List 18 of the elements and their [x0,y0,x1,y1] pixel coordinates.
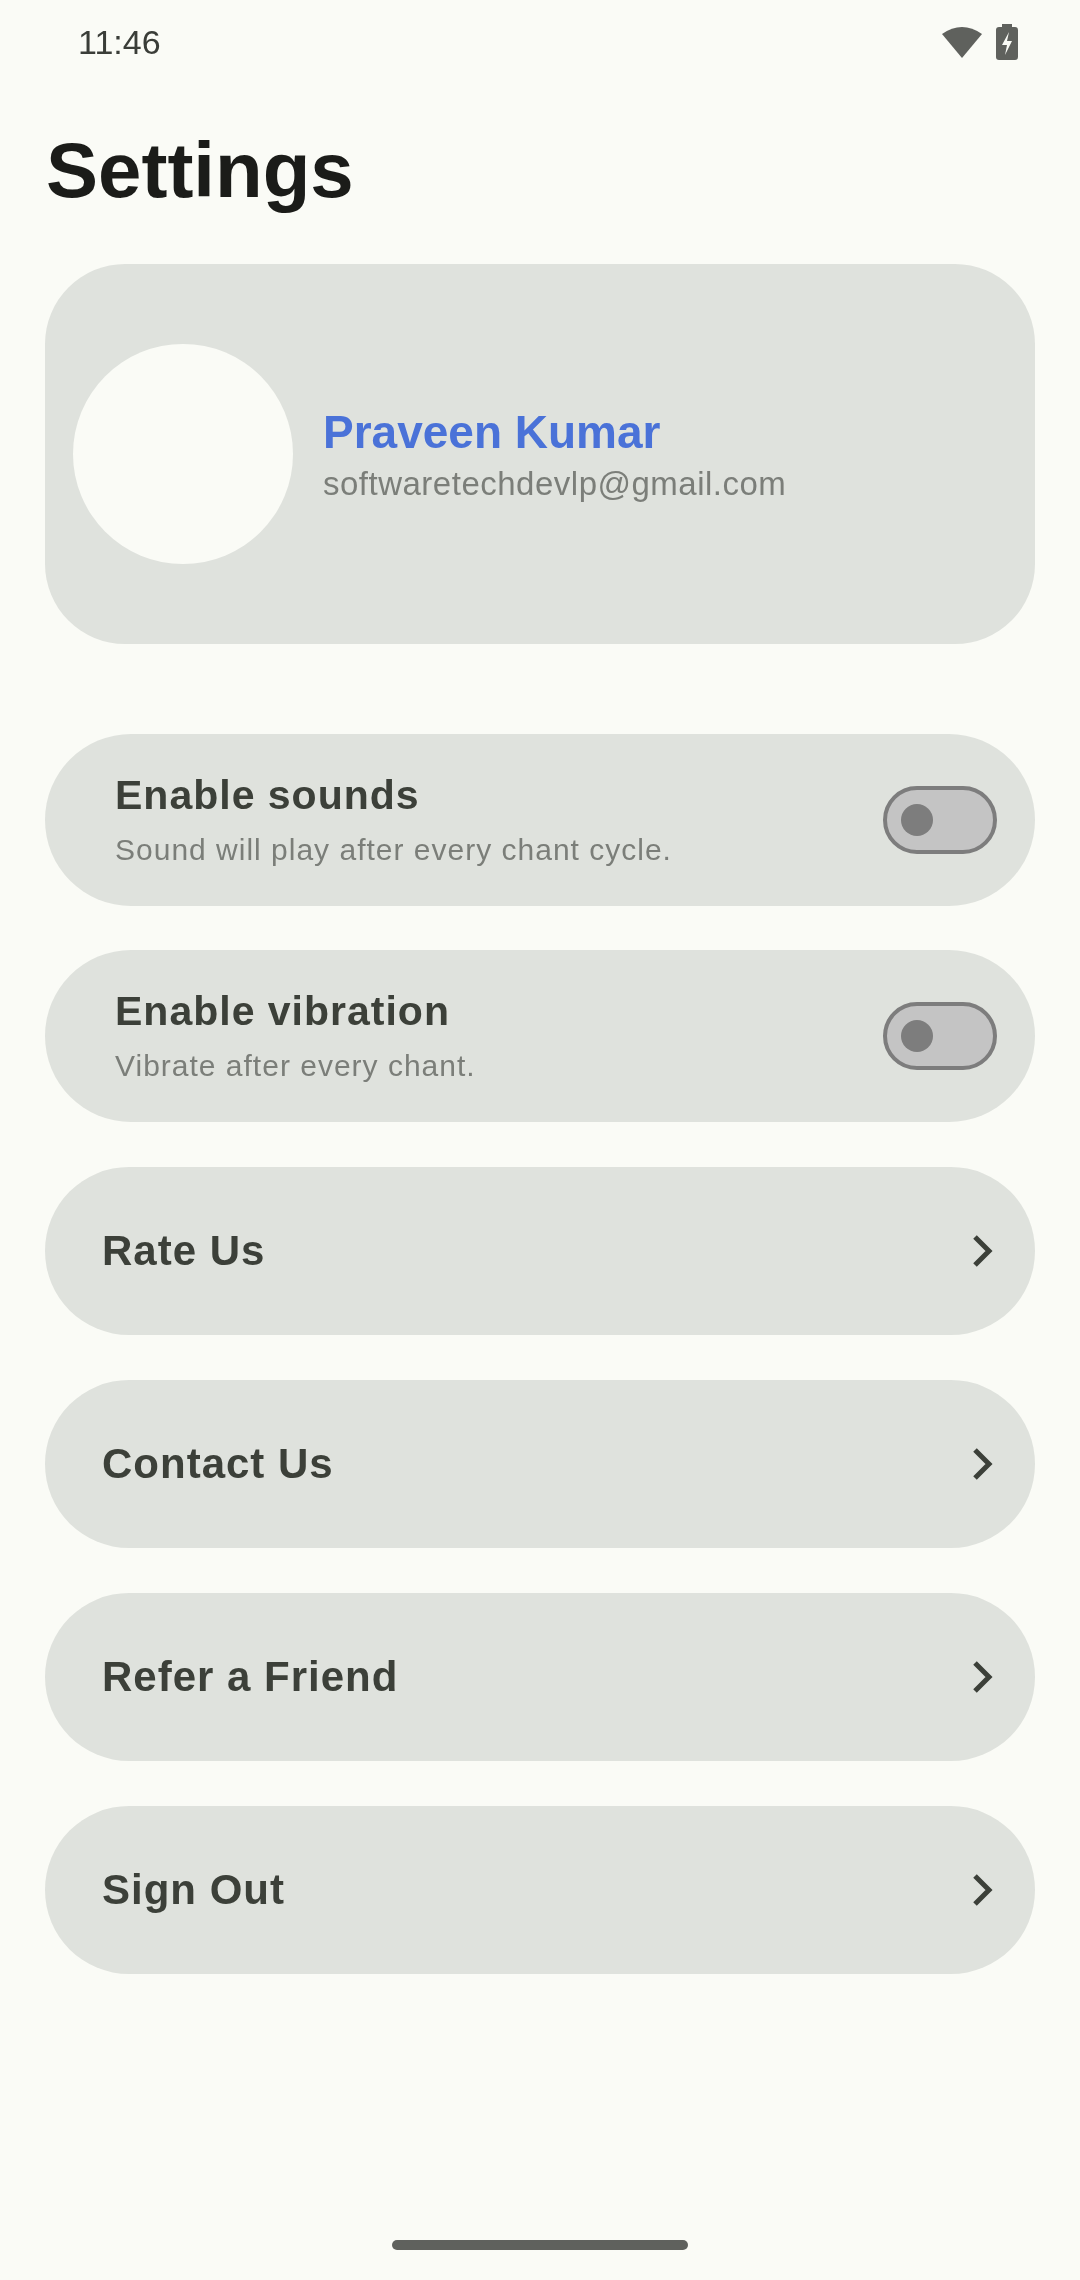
profile-name: Praveen Kumar [323,404,662,459]
chevron-icon [971,1871,995,1908]
status-time: 11:46 [78,22,161,62]
menu-row[interactable]: Contact Us [45,1379,1035,1548]
menu-row[interactable]: Rate Us [45,1166,1035,1335]
setting-description: Vibrate after every chant. [115,1049,476,1084]
setting-description: Sound will play after every chant cycle. [115,833,672,868]
page-title: Settings [46,125,355,216]
battery-icon [996,24,1018,60]
chevron-icon [971,1658,995,1695]
setting-title: Enable vibration [115,988,451,1036]
setting-title: Enable sounds [115,772,421,820]
menu-row[interactable]: Sign Out [45,1805,1035,1974]
chevron-icon [971,1232,995,1269]
menu-row[interactable]: Refer a Friend [45,1592,1035,1761]
wifi-icon [942,26,982,58]
chevron-icon [971,1445,995,1482]
profile-email: softwaretechdevlp@gmail.com [323,464,787,503]
